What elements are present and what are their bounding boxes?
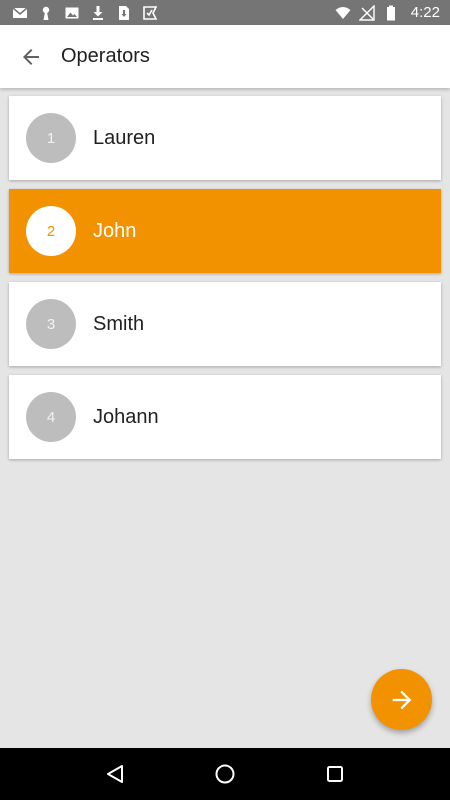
wifi-icon xyxy=(335,6,351,19)
nav-back-button[interactable] xyxy=(95,754,135,794)
operator-number-badge: 2 xyxy=(26,206,76,256)
next-fab-button[interactable] xyxy=(371,669,432,730)
operator-name: Lauren xyxy=(93,126,156,149)
operator-name: John xyxy=(93,219,137,242)
operator-card-johann[interactable]: 4 Johann xyxy=(9,375,441,459)
operator-card-smith[interactable]: 3 Smith xyxy=(9,282,441,366)
nav-recents-icon xyxy=(327,766,343,782)
operator-list: 1 Lauren 2 John 3 Smith 4 Johann xyxy=(9,96,441,468)
image-icon xyxy=(65,7,79,18)
nav-recents-button[interactable] xyxy=(315,754,355,794)
operator-number-badge: 1 xyxy=(26,113,76,163)
download-icon xyxy=(93,5,103,20)
operator-number-badge: 3 xyxy=(26,299,76,349)
notification-icons xyxy=(12,5,158,21)
checkmark-app-icon xyxy=(143,5,158,20)
keyhole-icon xyxy=(42,6,50,20)
sim-download-icon xyxy=(119,5,129,20)
battery-icon xyxy=(386,5,395,20)
page-title: Operators xyxy=(61,45,150,67)
arrow-back-icon xyxy=(23,48,39,65)
app-bar: Operators xyxy=(0,25,450,88)
operator-name: Smith xyxy=(93,312,145,335)
nav-home-icon xyxy=(215,764,235,784)
operator-number-badge: 4 xyxy=(26,392,76,442)
operator-card-lauren[interactable]: 1 Lauren xyxy=(9,96,441,180)
status-bar: 4:22 xyxy=(0,0,450,25)
system-icons: 4:22 xyxy=(335,4,440,21)
gmail-icon xyxy=(12,6,28,18)
arrow-forward-icon xyxy=(392,690,411,709)
operator-name: Johann xyxy=(93,405,159,428)
no-signal-icon xyxy=(358,4,375,21)
back-button[interactable] xyxy=(7,33,55,81)
nav-back-icon xyxy=(107,765,123,783)
nav-home-button[interactable] xyxy=(205,754,245,794)
system-nav-bar xyxy=(0,748,450,800)
status-time: 4:22 xyxy=(410,4,440,21)
operator-card-john[interactable]: 2 John xyxy=(9,189,441,273)
